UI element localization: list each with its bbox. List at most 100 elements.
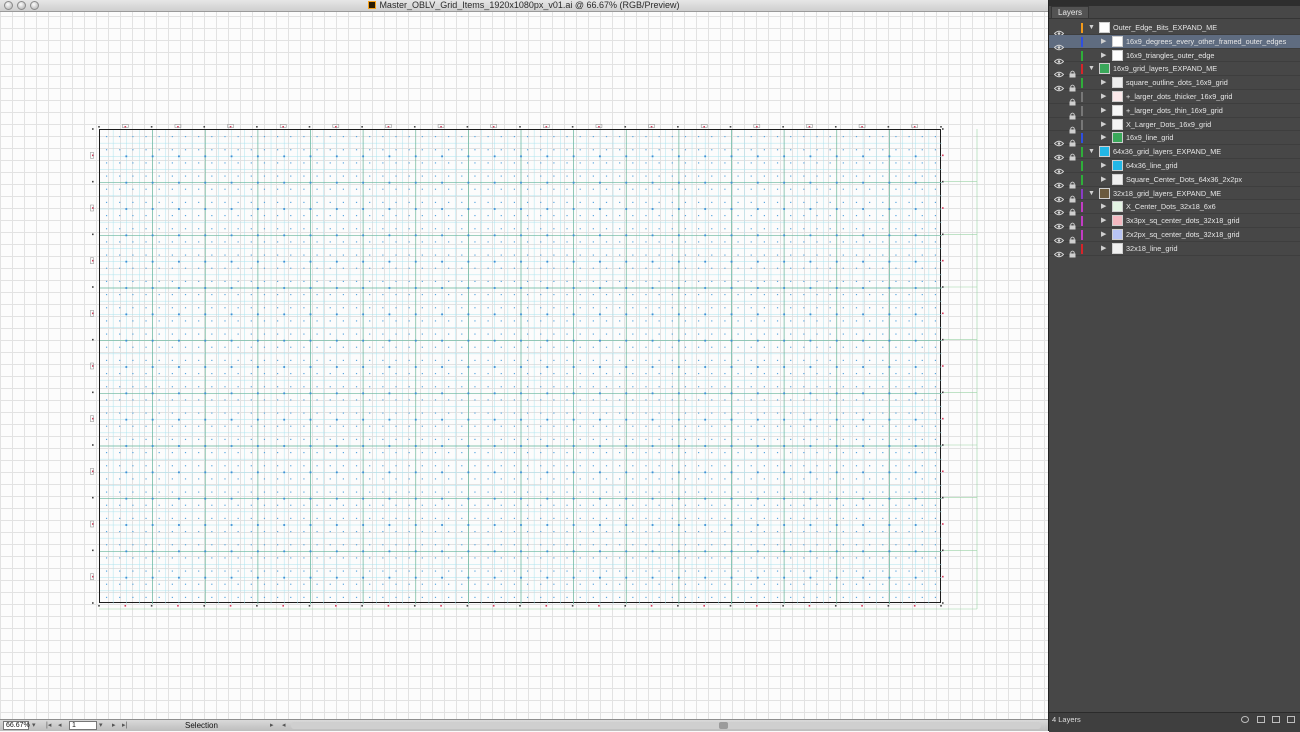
visibility-eye-icon[interactable] <box>1054 121 1064 128</box>
document-canvas[interactable] <box>0 12 1048 719</box>
layer-name[interactable]: 16x9_triangles_outer_edge <box>1126 49 1214 63</box>
visibility-eye-icon[interactable] <box>1053 65 1065 78</box>
tool-menu-icon[interactable]: ▸ <box>270 721 274 730</box>
new-layer-icon[interactable] <box>1287 716 1295 723</box>
lock-icon[interactable] <box>1069 176 1076 189</box>
visibility-eye-icon[interactable] <box>1053 217 1065 230</box>
current-tool-label[interactable]: Selection <box>185 720 218 731</box>
collapse-triangle-icon[interactable]: ▼ <box>1088 147 1095 157</box>
lock-icon[interactable] <box>1069 203 1076 216</box>
horizontal-scroll-thumb[interactable] <box>719 722 728 729</box>
page-dropdown-icon[interactable]: ▾ <box>99 721 103 730</box>
expand-triangle-icon[interactable]: ▶ <box>1101 244 1106 254</box>
scroll-left-icon[interactable]: ◂ <box>282 721 286 730</box>
layer-row[interactable]: ▶ 16x9_line_grid <box>1049 131 1300 147</box>
layer-name[interactable]: 32x18_grid_layers_EXPAND_ME <box>1113 187 1221 201</box>
lock-icon[interactable] <box>1069 107 1076 120</box>
layer-name[interactable]: +_larger_dots_thicker_16x9_grid <box>1126 90 1232 104</box>
layer-row[interactable]: ▶ Square_Center_Dots_64x36_2x2px <box>1049 173 1300 189</box>
lock-icon[interactable] <box>1069 162 1076 170</box>
layer-row[interactable]: ▼ Outer_Edge_Bits_EXPAND_ME <box>1049 21 1300 37</box>
lock-icon[interactable] <box>1069 65 1076 78</box>
expand-triangle-icon[interactable]: ▶ <box>1101 133 1106 143</box>
expand-triangle-icon[interactable]: ▶ <box>1101 106 1106 116</box>
visibility-eye-icon[interactable] <box>1053 231 1065 244</box>
layer-name[interactable]: 2x2px_sq_center_dots_32x18_grid <box>1126 228 1240 242</box>
lock-icon[interactable] <box>1069 52 1076 60</box>
expand-triangle-icon[interactable]: ▶ <box>1101 216 1106 226</box>
visibility-eye-icon[interactable] <box>1053 176 1065 188</box>
layer-row[interactable]: ▶ 2x2px_sq_center_dots_32x18_grid <box>1049 228 1300 244</box>
lock-icon[interactable] <box>1069 121 1076 134</box>
visibility-eye-icon[interactable] <box>1054 107 1064 114</box>
collapse-triangle-icon[interactable]: ▼ <box>1088 64 1095 74</box>
layer-name[interactable]: Outer_Edge_Bits_EXPAND_ME <box>1113 21 1217 35</box>
layer-row[interactable]: ▶ 16x9_degrees_every_other_framed_outer_e… <box>1049 34 1300 50</box>
artboard[interactable] <box>99 129 942 604</box>
layer-row[interactable]: ▶ X_Larger_Dots_16x9_grid <box>1049 118 1300 134</box>
locate-object-icon[interactable] <box>1241 716 1249 723</box>
layer-row[interactable]: ▶ X_Center_Dots_32x18_6x6 <box>1049 200 1300 216</box>
layer-row[interactable]: ▶ +_larger_dots_thin_16x9_grid <box>1049 104 1300 120</box>
layer-name[interactable]: X_Center_Dots_32x18_6x6 <box>1126 200 1216 214</box>
layer-row[interactable]: ▶ 16x9_triangles_outer_edge <box>1049 49 1300 64</box>
expand-triangle-icon[interactable]: ▶ <box>1101 175 1106 185</box>
layer-row[interactable]: ▼ 32x18_grid_layers_EXPAND_ME <box>1049 187 1300 203</box>
layer-name[interactable]: 32x18_line_grid <box>1126 242 1178 256</box>
expand-triangle-icon[interactable]: ▶ <box>1101 37 1106 47</box>
expand-triangle-icon[interactable]: ▶ <box>1101 230 1106 240</box>
layer-name[interactable]: 16x9_degrees_every_other_framed_outer_ed… <box>1126 35 1286 49</box>
layer-name[interactable]: 16x9_line_grid <box>1126 131 1173 145</box>
next-page-icon[interactable]: ▸ <box>112 721 116 730</box>
prev-page-icon[interactable]: ◂ <box>58 721 62 730</box>
lock-icon[interactable] <box>1069 38 1076 46</box>
expand-triangle-icon[interactable]: ▶ <box>1101 202 1106 212</box>
lock-icon[interactable] <box>1069 134 1076 147</box>
layer-name[interactable]: X_Larger_Dots_16x9_grid <box>1126 118 1211 132</box>
layer-name[interactable]: 16x9_grid_layers_EXPAND_ME <box>1113 62 1217 76</box>
visibility-eye-icon[interactable] <box>1053 162 1065 175</box>
last-page-icon[interactable]: ▸| <box>122 721 127 730</box>
lock-icon[interactable] <box>1069 231 1076 244</box>
visibility-eye-icon[interactable] <box>1053 245 1065 257</box>
page-number-field[interactable]: 1 <box>69 721 97 730</box>
expand-triangle-icon[interactable]: ▶ <box>1101 161 1106 171</box>
visibility-eye-icon[interactable] <box>1053 38 1065 50</box>
lock-icon[interactable] <box>1069 148 1076 161</box>
layer-row[interactable]: ▶ 32x18_line_grid <box>1049 242 1300 258</box>
layer-name[interactable]: Square_Center_Dots_64x36_2x2px <box>1126 173 1242 187</box>
visibility-eye-icon[interactable] <box>1053 24 1065 37</box>
lock-icon[interactable] <box>1069 217 1076 230</box>
collapse-triangle-icon[interactable]: ▼ <box>1088 23 1095 33</box>
expand-triangle-icon[interactable]: ▶ <box>1101 78 1106 88</box>
visibility-eye-icon[interactable] <box>1053 79 1065 92</box>
layer-name[interactable]: +_larger_dots_thin_16x9_grid <box>1126 104 1223 118</box>
layer-name[interactable]: 64x36_grid_layers_EXPAND_ME <box>1113 145 1221 159</box>
lock-icon[interactable] <box>1069 79 1076 92</box>
expand-triangle-icon[interactable]: ▶ <box>1101 51 1106 61</box>
visibility-eye-icon[interactable] <box>1053 190 1065 202</box>
layer-name[interactable]: square_outline_dots_16x9_grid <box>1126 76 1228 90</box>
layer-row[interactable]: ▶ 64x36_line_grid <box>1049 159 1300 175</box>
new-sublayer-icon[interactable] <box>1272 716 1280 723</box>
layer-name[interactable]: 3x3px_sq_center_dots_32x18_grid <box>1126 214 1240 228</box>
layer-row[interactable]: ▶ +_larger_dots_thicker_16x9_grid <box>1049 90 1300 106</box>
collapse-triangle-icon[interactable]: ▼ <box>1088 189 1095 199</box>
horizontal-scrollbar[interactable] <box>291 722 1041 729</box>
zoom-dropdown-icon[interactable]: ▾ <box>32 721 36 730</box>
expand-triangle-icon[interactable]: ▶ <box>1101 92 1106 102</box>
visibility-eye-icon[interactable] <box>1053 134 1065 147</box>
layer-name[interactable]: 64x36_line_grid <box>1126 159 1178 173</box>
expand-triangle-icon[interactable]: ▶ <box>1101 120 1106 130</box>
first-page-icon[interactable]: |◂ <box>46 721 51 730</box>
visibility-eye-icon[interactable] <box>1053 148 1065 161</box>
visibility-eye-icon[interactable] <box>1053 52 1065 64</box>
make-clipping-mask-icon[interactable] <box>1257 716 1265 723</box>
lock-icon[interactable] <box>1069 93 1076 106</box>
layer-row[interactable]: ▼ 16x9_grid_layers_EXPAND_ME <box>1049 62 1300 78</box>
layer-row[interactable]: ▼ 64x36_grid_layers_EXPAND_ME <box>1049 145 1300 161</box>
lock-icon[interactable] <box>1069 245 1076 258</box>
visibility-eye-icon[interactable] <box>1054 93 1064 100</box>
visibility-eye-icon[interactable] <box>1053 203 1065 216</box>
lock-icon[interactable] <box>1069 24 1076 32</box>
